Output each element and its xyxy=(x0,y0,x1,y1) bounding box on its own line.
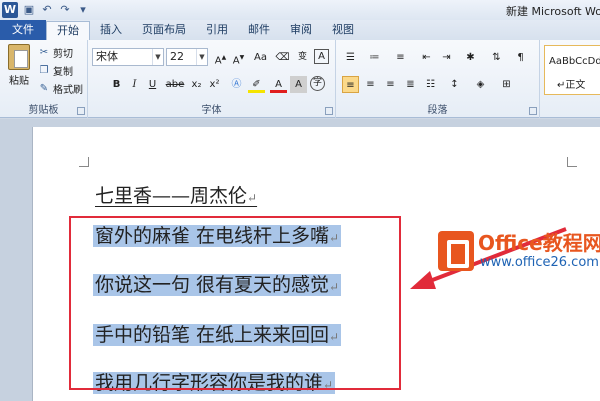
line-spacing-icon[interactable]: ↕ xyxy=(446,76,463,93)
font-color-button[interactable]: A xyxy=(270,76,287,93)
cut-button[interactable]: ✂ 剪切 xyxy=(38,45,73,60)
align-left-icon[interactable]: ≡ xyxy=(342,76,359,93)
paste-button[interactable]: 粘贴 xyxy=(4,44,34,94)
change-case-button[interactable]: Aa xyxy=(252,49,269,66)
font-group-label: 字体 xyxy=(201,105,222,116)
paragraph-launcher-icon[interactable] xyxy=(529,107,537,115)
annotation-red-box xyxy=(69,216,401,390)
crop-mark xyxy=(79,157,89,167)
office-logo-icon xyxy=(438,231,474,271)
brush-icon: ✎ xyxy=(39,83,49,94)
text-effects-icon[interactable]: Ⓐ xyxy=(228,76,245,93)
bold-button[interactable]: B xyxy=(108,76,125,93)
increase-indent-icon[interactable]: ⇥ xyxy=(438,49,455,66)
distributed-icon[interactable]: ☷ xyxy=(422,76,439,93)
char-border-button[interactable]: A xyxy=(314,49,329,64)
copy-label: 复制 xyxy=(53,67,73,78)
style-sample-text: AaBbCcDd xyxy=(549,56,600,67)
tab-view[interactable]: 视图 xyxy=(322,21,364,40)
format-painter-button[interactable]: ✎ 格式刷 xyxy=(38,81,83,96)
document-title: 七里香——周杰伦 xyxy=(95,185,248,207)
word-app-icon[interactable]: W xyxy=(2,2,18,18)
subscript-button[interactable]: x₂ xyxy=(188,76,205,93)
shrink-font-button[interactable]: A▼ xyxy=(230,49,247,66)
align-center-icon[interactable]: ≡ xyxy=(362,76,379,93)
tab-page-layout[interactable]: 页面布局 xyxy=(132,21,196,40)
quick-access-toolbar: W ▣ ↶ ↷ ▾ xyxy=(2,2,90,18)
tab-insert[interactable]: 插入 xyxy=(90,21,132,40)
tab-review[interactable]: 审阅 xyxy=(280,21,322,40)
format-painter-label: 格式刷 xyxy=(53,85,83,96)
watermark: Office教程网 www.office26.com xyxy=(438,225,600,285)
bullets-icon[interactable]: ☰ xyxy=(342,49,359,66)
strikethrough-button[interactable]: abe xyxy=(164,76,186,93)
paste-label: 粘贴 xyxy=(9,76,29,87)
save-icon[interactable]: ▣ xyxy=(22,3,36,17)
chevron-down-icon[interactable]: ▼ xyxy=(152,49,163,65)
tab-home[interactable]: 开始 xyxy=(46,21,90,40)
font-launcher-icon[interactable] xyxy=(325,107,333,115)
paragraph-group: ☰ ≔ ≡ ⇤ ⇥ ✱ ⇅ ¶ ≡ ≡ ≡ ≣ ☷ ↕ ◈ ⊞ 段落 xyxy=(336,40,540,118)
numbering-icon[interactable]: ≔ xyxy=(366,49,383,66)
show-marks-icon[interactable]: ¶ xyxy=(512,49,529,66)
copy-icon: ❐ xyxy=(39,65,49,76)
watermark-brand: Office教程网 xyxy=(478,231,600,255)
grow-font-button[interactable]: A▲ xyxy=(212,49,229,66)
copy-button[interactable]: ❐ 复制 xyxy=(38,63,73,78)
cut-label: 剪切 xyxy=(53,49,73,60)
justify-icon[interactable]: ≣ xyxy=(402,76,419,93)
window-title: 新建 Microsoft Wo xyxy=(506,5,600,18)
undo-icon[interactable]: ↶ xyxy=(40,3,54,17)
document-title-line[interactable]: 七里香——周杰伦↵ xyxy=(95,181,257,208)
font-name-value: 宋体 xyxy=(96,50,118,63)
superscript-button[interactable]: x² xyxy=(206,76,223,93)
underline-button[interactable]: U xyxy=(144,76,161,93)
ribbon-tabs: 文件 开始 插入 页面布局 引用 邮件 审阅 视图 xyxy=(0,20,600,40)
chinese-layout-icon[interactable]: ✱ xyxy=(462,49,479,66)
ribbon: 粘贴 ✂ 剪切 ❐ 复制 ✎ 格式刷 剪贴板 宋体 ▼ 22 ▼ A▲ A▼ A… xyxy=(0,40,600,118)
clipboard-group-label: 剪贴板 xyxy=(28,105,59,116)
scissors-icon: ✂ xyxy=(39,47,49,58)
decrease-indent-icon[interactable]: ⇤ xyxy=(418,49,435,66)
font-name-combo[interactable]: 宋体 ▼ xyxy=(92,48,164,66)
style-normal[interactable]: AaBbCcDd ↵正文 xyxy=(544,45,600,95)
font-size-combo[interactable]: 22 ▼ xyxy=(166,48,208,66)
clipboard-icon xyxy=(8,44,30,70)
align-right-icon[interactable]: ≡ xyxy=(382,76,399,93)
paragraph-group-label: 段落 xyxy=(427,105,448,116)
watermark-url: www.office26.com xyxy=(480,255,599,270)
shading-icon[interactable]: ◈ xyxy=(472,76,489,93)
redo-icon[interactable]: ↷ xyxy=(58,3,72,17)
clear-format-icon[interactable]: ⌫ xyxy=(274,49,291,66)
chevron-down-icon[interactable]: ▼ xyxy=(196,49,207,65)
tab-mailings[interactable]: 邮件 xyxy=(238,21,280,40)
multilevel-list-icon[interactable]: ≡ xyxy=(392,49,409,66)
borders-icon[interactable]: ⊞ xyxy=(498,76,515,93)
style-name: ↵正文 xyxy=(557,80,586,91)
clipboard-launcher-icon[interactable] xyxy=(77,107,85,115)
italic-button[interactable]: I xyxy=(126,76,143,93)
customize-icon[interactable]: ▾ xyxy=(76,3,90,17)
paragraph-mark: ↵ xyxy=(247,191,258,205)
clipboard-group: 粘贴 ✂ 剪切 ❐ 复制 ✎ 格式刷 剪贴板 xyxy=(0,40,88,118)
title-bar: W ▣ ↶ ↷ ▾ 新建 Microsoft Wo xyxy=(0,0,600,20)
font-group: 宋体 ▼ 22 ▼ A▲ A▼ Aa ⌫ 变 A B I U abe x₂ x²… xyxy=(88,40,336,118)
tab-file[interactable]: 文件 xyxy=(0,20,46,40)
tab-references[interactable]: 引用 xyxy=(196,21,238,40)
enclose-char-button[interactable]: 字 xyxy=(310,76,325,91)
phonetic-guide-button[interactable]: 变 xyxy=(294,49,311,66)
font-size-value: 22 xyxy=(170,50,184,63)
crop-mark xyxy=(567,157,577,167)
char-shading-button[interactable]: A xyxy=(290,76,307,93)
highlight-icon[interactable]: ✐ xyxy=(248,76,265,93)
sort-icon[interactable]: ⇅ xyxy=(488,49,505,66)
